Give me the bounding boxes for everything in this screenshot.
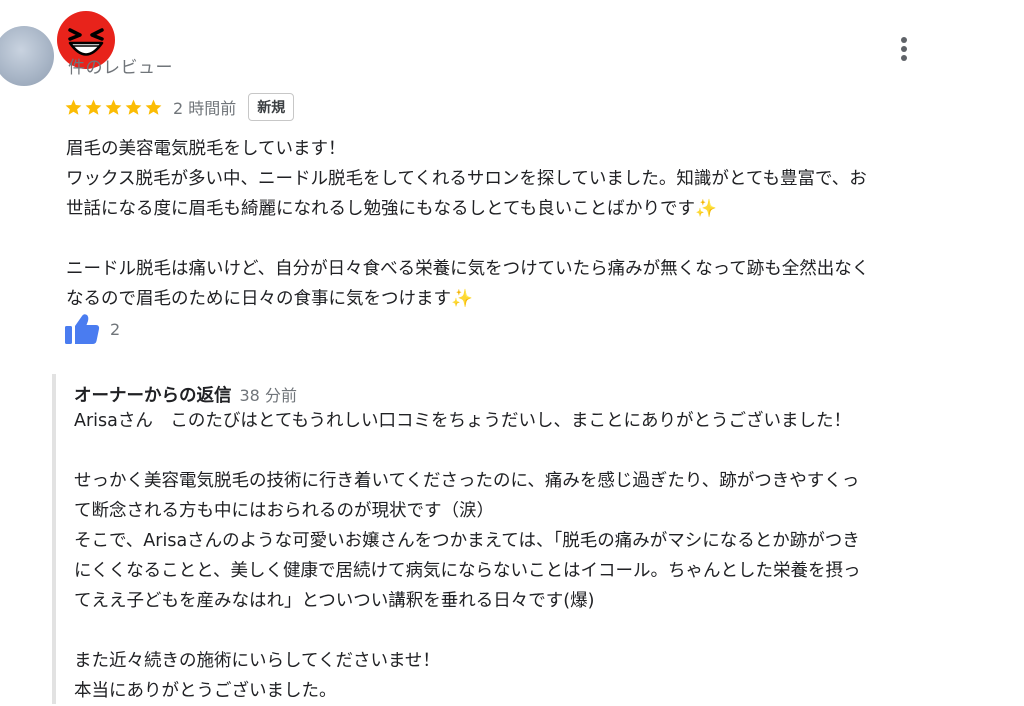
star-icon <box>85 99 102 115</box>
star-rating <box>64 98 163 117</box>
reviewer-avatar[interactable] <box>0 26 54 86</box>
review-text: 眉毛の美容電気脱毛をしています！ ワックス脱毛が多い中、ニードル脱毛をしてくれる… <box>66 139 870 309</box>
reviewer-review-count: 件のレビュー <box>68 58 173 78</box>
rating-row: 2 時間前 新規 <box>64 92 295 122</box>
star-icon <box>125 99 142 115</box>
new-badge: 新規 <box>248 93 295 121</box>
helpful-count: 2 <box>110 319 121 339</box>
helpful-row: 2 <box>64 313 120 345</box>
owner-reply-text: Arisaさん このたびはとてもうれしい口コミをちょうだいし、まことにありがとう… <box>74 411 861 701</box>
review-time: 2 時間前 <box>173 99 237 118</box>
owner-reply-time: 38 分前 <box>239 386 297 405</box>
owner-reply-title: オーナーからの返信 <box>74 386 232 406</box>
more-vert-icon[interactable] <box>894 34 914 64</box>
owner-reply: オーナーからの返信 38 分前 Arisaさん このたびはとてもうれしい口コミを… <box>52 374 956 704</box>
owner-reply-header: オーナーからの返信 38 分前 <box>74 382 297 407</box>
star-icon <box>105 99 122 115</box>
thumbs-up-icon[interactable] <box>64 313 100 345</box>
star-icon <box>145 99 162 115</box>
star-icon <box>65 99 82 115</box>
